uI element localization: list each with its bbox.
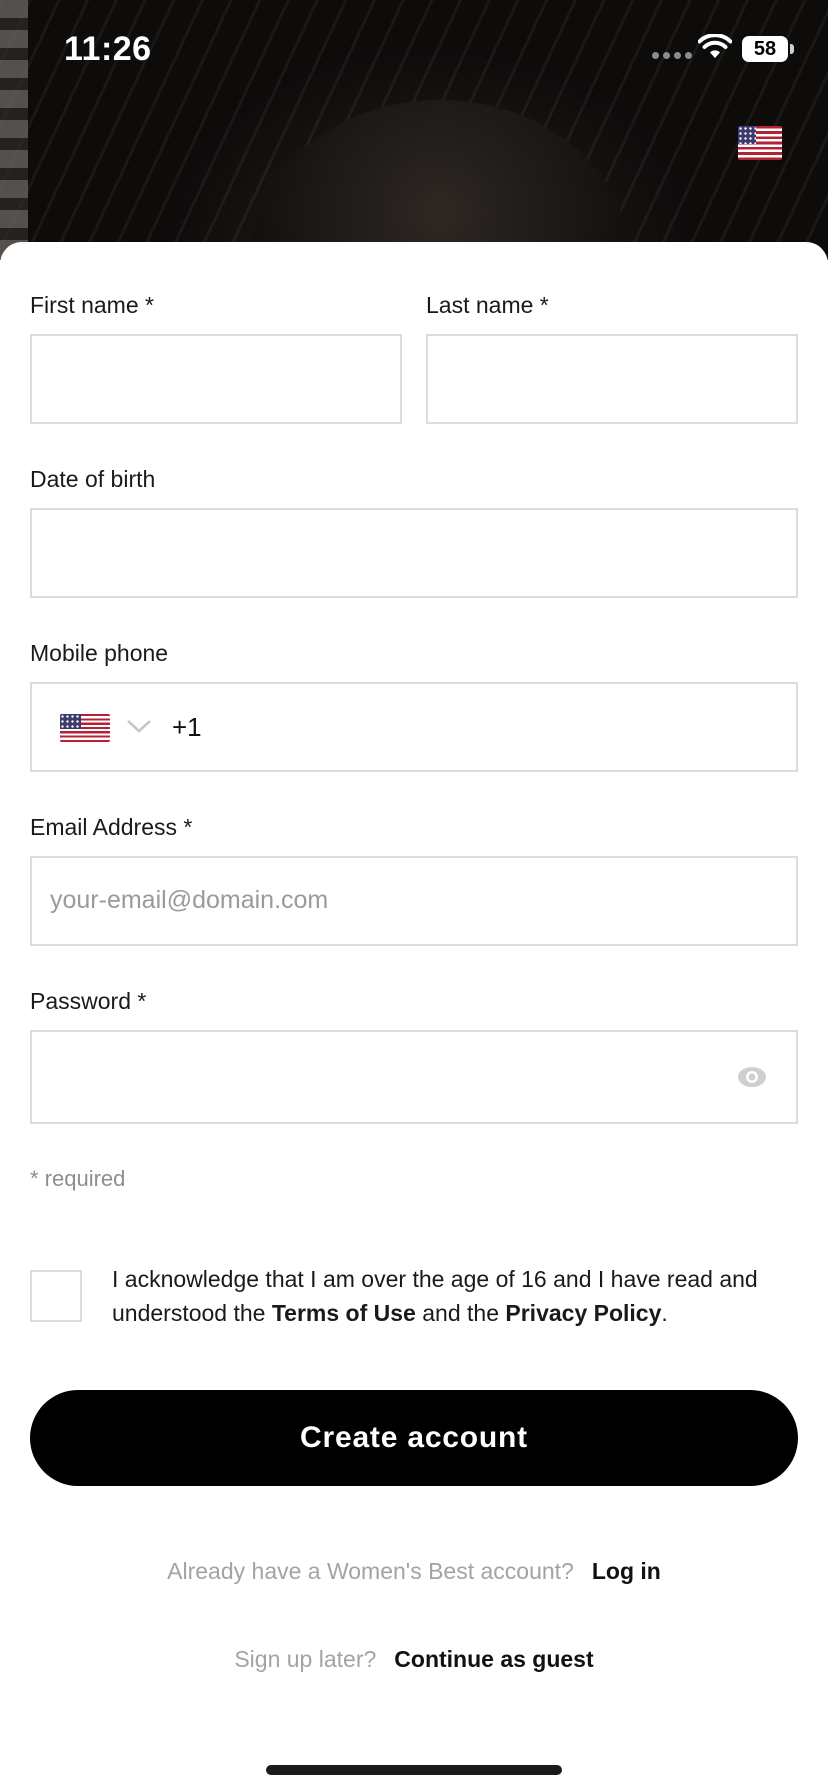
- show-password-eye-icon[interactable]: [736, 1064, 768, 1090]
- first-name-label: First name *: [30, 292, 154, 318]
- consent-middle: and the: [415, 1300, 506, 1326]
- phone-input[interactable]: +1: [30, 682, 798, 772]
- last-name-input[interactable]: [426, 334, 798, 424]
- phone-dial-code: +1: [172, 712, 202, 742]
- terms-of-use-link[interactable]: Terms of Use: [272, 1300, 416, 1326]
- signup-sheet: First name * Last name * Date of birth M…: [0, 242, 828, 1792]
- consent-suffix: .: [661, 1300, 668, 1326]
- home-indicator: [266, 1765, 562, 1775]
- email-input[interactable]: your-email@domain.com: [30, 856, 798, 946]
- password-label: Password *: [30, 988, 147, 1014]
- email-label: Email Address *: [30, 814, 193, 840]
- dob-label: Date of birth: [30, 466, 156, 492]
- consent-text: I acknowledge that I am over the age of …: [112, 1262, 792, 1330]
- required-note: * required: [30, 1166, 126, 1191]
- status-bar: 11:26 58: [0, 0, 828, 100]
- continue-as-guest-link[interactable]: Continue as guest: [394, 1646, 593, 1672]
- phone-label: Mobile phone: [30, 640, 169, 666]
- last-name-label: Last name *: [426, 292, 549, 318]
- language-flag-us-icon[interactable]: [738, 126, 782, 160]
- phone-country-flag-icon[interactable]: [60, 714, 110, 742]
- first-name-input[interactable]: [30, 334, 402, 424]
- login-link[interactable]: Log in: [592, 1558, 661, 1584]
- chevron-down-icon[interactable]: [126, 718, 152, 734]
- privacy-policy-link[interactable]: Privacy Policy: [505, 1300, 661, 1326]
- cellular-signal-icon: [652, 52, 692, 59]
- dob-input[interactable]: [30, 508, 798, 598]
- status-time: 11:26: [64, 30, 152, 68]
- password-input[interactable]: [30, 1030, 798, 1124]
- guest-row: Sign up later? Continue as guest: [0, 1646, 828, 1673]
- login-prompt: Already have a Women's Best account?: [167, 1558, 574, 1584]
- consent-checkbox[interactable]: [30, 1270, 82, 1322]
- login-row: Already have a Women's Best account? Log …: [0, 1558, 828, 1585]
- create-account-button[interactable]: Create account: [30, 1390, 798, 1486]
- battery-icon: 58: [742, 36, 794, 62]
- hero-person-silhouette: [250, 100, 630, 260]
- guest-prompt: Sign up later?: [234, 1646, 377, 1672]
- email-placeholder: your-email@domain.com: [50, 886, 329, 914]
- wifi-icon: [698, 34, 732, 58]
